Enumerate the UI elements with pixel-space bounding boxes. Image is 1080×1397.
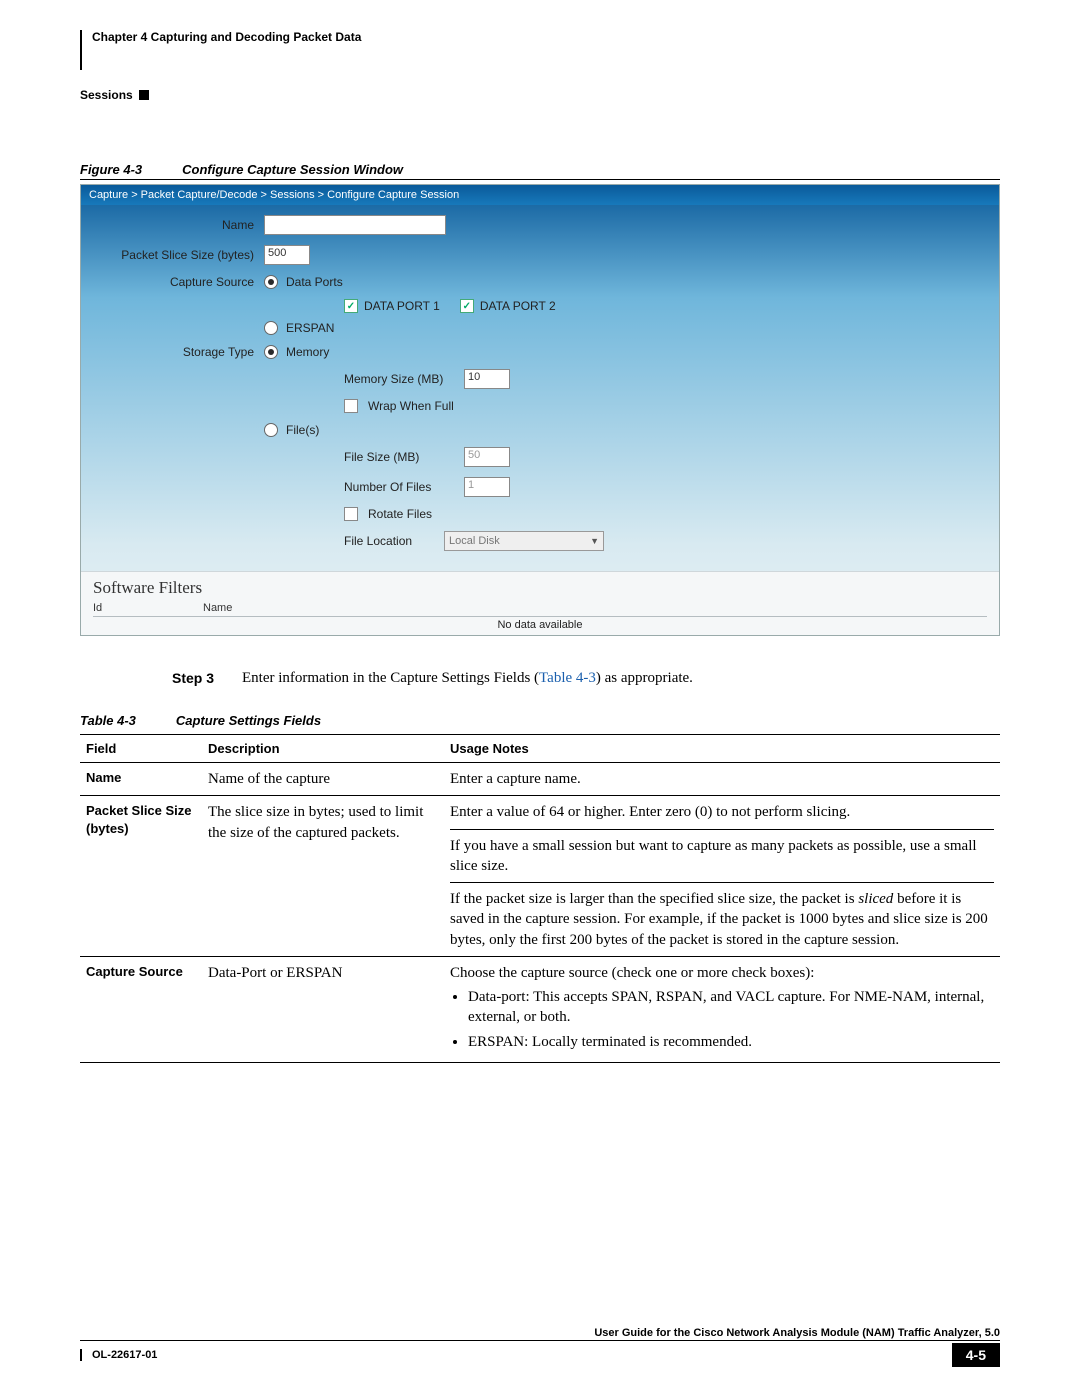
filters-empty-message: No data available (93, 617, 987, 635)
table-row: Packet Slice Size (bytes) The slice size… (80, 796, 1000, 957)
radio-memory[interactable] (264, 345, 278, 359)
label-wrap: Wrap When Full (368, 399, 454, 413)
th-description: Description (202, 735, 444, 763)
filters-col-name: Name (203, 602, 987, 614)
number-of-files-input[interactable]: 1 (464, 477, 510, 497)
label-capture-source: Capture Source (89, 275, 264, 289)
label-name: Name (89, 218, 264, 232)
section-heading: Sessions (80, 88, 133, 102)
label-number-of-files: Number Of Files (344, 480, 454, 494)
chevron-down-icon: ▼ (590, 536, 599, 546)
label-rotate: Rotate Files (368, 507, 432, 521)
label-data-port-2: DATA PORT 2 (480, 299, 556, 313)
software-filters-title: Software Filters (93, 578, 987, 598)
table-caption: Table 4-3Capture Settings Fields (80, 713, 1000, 728)
checkbox-data-port-1[interactable] (344, 299, 358, 313)
capture-settings-table: Field Description Usage Notes Name Name … (80, 734, 1000, 1063)
radio-data-ports[interactable] (264, 275, 278, 289)
page-number: 4-5 (952, 1343, 1000, 1367)
name-input[interactable] (264, 215, 446, 235)
option-memory: Memory (286, 345, 329, 359)
chapter-heading: Chapter 4 Capturing and Decoding Packet … (92, 30, 361, 70)
label-packet-slice: Packet Slice Size (bytes) (89, 248, 264, 262)
label-storage-type: Storage Type (89, 345, 264, 359)
footer-guide-title: User Guide for the Cisco Network Analysi… (80, 1327, 1000, 1340)
radio-erspan[interactable] (264, 321, 278, 335)
checkbox-rotate[interactable] (344, 507, 358, 521)
option-files: File(s) (286, 423, 319, 437)
table-row: Capture Source Data-Port or ERSPAN Choos… (80, 956, 1000, 1062)
figure-screenshot: Capture > Packet Capture/Decode > Sessio… (80, 184, 1000, 636)
label-data-port-1: DATA PORT 1 (364, 299, 440, 313)
file-location-select[interactable]: Local Disk ▼ (444, 531, 604, 551)
footer-doc-code: OL-22617-01 (80, 1349, 157, 1361)
option-erspan: ERSPAN (286, 321, 334, 335)
figure-caption: Figure 4-3Configure Capture Session Wind… (80, 162, 1000, 180)
label-memory-size: Memory Size (MB) (344, 372, 454, 386)
breadcrumb: Capture > Packet Capture/Decode > Sessio… (81, 185, 999, 205)
checkbox-wrap[interactable] (344, 399, 358, 413)
table-link[interactable]: Table 4-3 (539, 670, 596, 686)
packet-slice-input[interactable]: 500 (264, 245, 310, 265)
section-marker-icon (139, 90, 149, 100)
option-data-ports: Data Ports (286, 275, 343, 289)
memory-size-input[interactable]: 10 (464, 369, 510, 389)
radio-files[interactable] (264, 423, 278, 437)
step-3: Step 3 Enter information in the Capture … (172, 670, 1000, 687)
th-usage: Usage Notes (444, 735, 1000, 763)
th-field: Field (80, 735, 202, 763)
table-row: Name Name of the capture Enter a capture… (80, 763, 1000, 796)
checkbox-data-port-2[interactable] (460, 299, 474, 313)
label-file-size: File Size (MB) (344, 450, 454, 464)
filters-col-id: Id (93, 602, 203, 614)
file-size-input[interactable]: 50 (464, 447, 510, 467)
label-file-location: File Location (344, 534, 434, 548)
